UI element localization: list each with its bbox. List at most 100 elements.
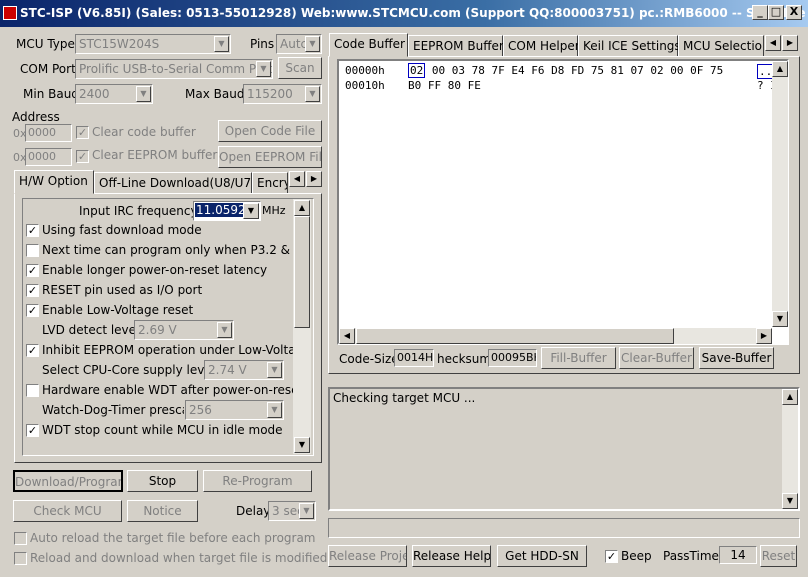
longer-por-checkbox[interactable]: ✓	[26, 264, 39, 277]
release-help-button[interactable]: Release Help	[412, 545, 491, 567]
output-log[interactable]	[328, 387, 800, 511]
irc-unit: MHz	[262, 204, 286, 217]
chevron-down-icon: ▼	[305, 36, 320, 52]
max-baud-label: Max Baud	[185, 87, 245, 101]
wdt-idle-checkbox[interactable]: ✓	[26, 424, 39, 437]
code-address-input[interactable]: 0000	[25, 124, 72, 142]
beep-checkbox[interactable]: ✓	[605, 550, 618, 563]
low-voltage-checkbox[interactable]: ✓	[26, 304, 39, 317]
auto-reload-checkbox[interactable]	[14, 532, 27, 545]
title-bar: STC-ISP (V6.85I) (Sales: 0513-55012928) …	[0, 0, 808, 27]
fill-buffer-button[interactable]: Fill-Buffer	[541, 347, 616, 369]
hw-wdt-label: Hardware enable WDT after power-on-reset	[42, 383, 304, 397]
download-program-button[interactable]: Download/Program	[13, 470, 123, 492]
tab-eeprom-buffer[interactable]: EEPROM Buffer	[408, 35, 504, 57]
inhibit-eeprom-checkbox[interactable]: ✓	[26, 344, 39, 357]
status-field	[328, 518, 800, 538]
com-port-label: COM Port	[20, 62, 76, 76]
output-scrollbar[interactable]	[782, 389, 798, 509]
wdt-prescale-select[interactable]: 256 ▼	[185, 400, 284, 420]
lvd-select[interactable]: 2.69 V ▼	[134, 320, 234, 340]
next-time-checkbox[interactable]	[26, 244, 39, 257]
auto-reload-label: Auto reload the target file before each …	[30, 531, 316, 545]
scroll-down-icon[interactable]: ▼	[294, 437, 310, 453]
mcu-type-select[interactable]: STC15W204S ▼	[75, 34, 231, 54]
scroll-down-icon[interactable]: ▼	[782, 493, 798, 509]
hw-scroll-thumb[interactable]	[294, 216, 310, 328]
tab-scroll-left-icon[interactable]: ◀	[289, 171, 305, 187]
tab-scroll-right-icon[interactable]: ▶	[782, 35, 798, 51]
app-icon	[3, 6, 17, 20]
cpu-core-select[interactable]: 2.74 V ▼	[204, 360, 284, 380]
pins-value: Autc	[280, 37, 308, 51]
maximize-button[interactable]: □	[768, 5, 784, 20]
hw-wdt-checkbox[interactable]	[26, 384, 39, 397]
wdt-idle-label: WDT stop count while MCU in idle mode	[42, 423, 283, 437]
chevron-down-icon: ▼	[217, 322, 232, 338]
clear-code-checkbox[interactable]: ✓	[76, 126, 89, 139]
tab-offline-download[interactable]: Off-Line Download(U8/U7)	[94, 172, 256, 194]
tab-scroll-left-icon[interactable]: ◀	[765, 35, 781, 51]
pins-select[interactable]: Autc ▼	[276, 34, 322, 54]
fast-download-checkbox[interactable]: ✓	[26, 224, 39, 237]
scroll-right-icon[interactable]: ▶	[756, 328, 772, 344]
lvd-value: 2.69 V	[138, 323, 177, 337]
release-project-button[interactable]: Release Project	[328, 545, 407, 567]
hex-row-bytes: 02 00 03 78 7F E4 F6 D8 FD 75 81 07 02 0…	[408, 63, 724, 78]
cpu-core-value: 2.74 V	[208, 363, 247, 377]
hex-hscroll-thumb[interactable]	[356, 328, 674, 344]
output-text: Checking target MCU ...	[333, 391, 476, 405]
notice-button[interactable]: Notice	[127, 500, 198, 522]
re-program-button[interactable]: Re-Program	[203, 470, 312, 492]
tab-com-helper[interactable]: COM Helper	[503, 35, 580, 57]
eeprom-address-input[interactable]: 0000	[25, 148, 72, 166]
delay-select[interactable]: 3 sec ▼	[268, 501, 316, 521]
chevron-down-icon: ▼	[267, 362, 282, 378]
minimize-button[interactable]: _	[752, 5, 768, 20]
tab-hw-option[interactable]: H/W Option	[14, 170, 94, 194]
clear-buffer-button[interactable]: Clear-Buffer	[619, 347, 694, 369]
check-mcu-button[interactable]: Check MCU	[13, 500, 122, 522]
passtimes-value: 14	[719, 546, 757, 564]
scroll-left-icon[interactable]: ◀	[339, 328, 355, 344]
reload-modified-label: Reload and download when target file is …	[30, 551, 328, 565]
hex-vscrollbar[interactable]	[772, 61, 788, 327]
close-button[interactable]: X	[786, 5, 802, 20]
hex-editor[interactable]	[337, 59, 789, 345]
reload-modified-checkbox[interactable]	[14, 552, 27, 565]
passtimes-label: PassTimes	[663, 549, 726, 563]
irc-label: Input IRC frequency	[79, 204, 198, 218]
scroll-down-icon[interactable]: ▼	[772, 311, 788, 327]
scan-button[interactable]: Scan	[278, 57, 322, 79]
irc-select[interactable]: 11.0592 ▼	[193, 201, 261, 221]
open-code-file-button[interactable]: Open Code File	[218, 120, 322, 142]
hex-row-bytes: B0 FF 80 FE	[408, 79, 481, 92]
code-size-label: Code-Size	[339, 352, 399, 366]
com-port-select[interactable]: Prolific USB-to-Serial Comm Port ▼	[75, 59, 273, 79]
reset-button[interactable]: Reset	[760, 545, 797, 567]
tab-encrypt[interactable]: Encry	[252, 172, 288, 194]
low-voltage-label: Enable Low-Voltage reset	[42, 303, 194, 317]
scroll-up-icon[interactable]: ▲	[772, 61, 788, 77]
pins-label: Pins	[250, 37, 275, 51]
open-eeprom-file-button[interactable]: Open EEPROM File	[218, 146, 322, 168]
tab-keil-ice[interactable]: Keil ICE Settings	[578, 35, 681, 57]
tab-mcu-selection[interactable]: MCU Selection	[678, 35, 764, 57]
tab-scroll-right-icon[interactable]: ▶	[306, 171, 322, 187]
tab-code-buffer[interactable]: Code Buffer	[329, 33, 408, 57]
min-baud-select[interactable]: 2400 ▼	[75, 84, 153, 104]
save-buffer-button[interactable]: Save-Buffer	[699, 347, 774, 369]
chevron-down-icon: ▼	[299, 503, 314, 519]
stop-button[interactable]: Stop	[127, 470, 198, 492]
hex-bytes-rest: 00 03 78 7F E4 F6 D8 FD 75 81 07 02 00 0…	[425, 64, 724, 77]
get-hdd-sn-button[interactable]: Get HDD-SN	[497, 545, 587, 567]
chevron-down-icon: ▼	[305, 86, 320, 102]
hex-cursor: 02	[408, 63, 426, 78]
scroll-up-icon[interactable]: ▲	[294, 200, 310, 216]
beep-label: Beep	[621, 549, 652, 563]
clear-eeprom-checkbox[interactable]: ✓	[76, 150, 89, 163]
max-baud-select[interactable]: 115200 ▼	[243, 84, 322, 104]
scroll-up-icon[interactable]: ▲	[782, 389, 798, 405]
reset-pin-checkbox[interactable]: ✓	[26, 284, 39, 297]
clear-eeprom-label: Clear EEPROM buffer	[92, 148, 218, 162]
